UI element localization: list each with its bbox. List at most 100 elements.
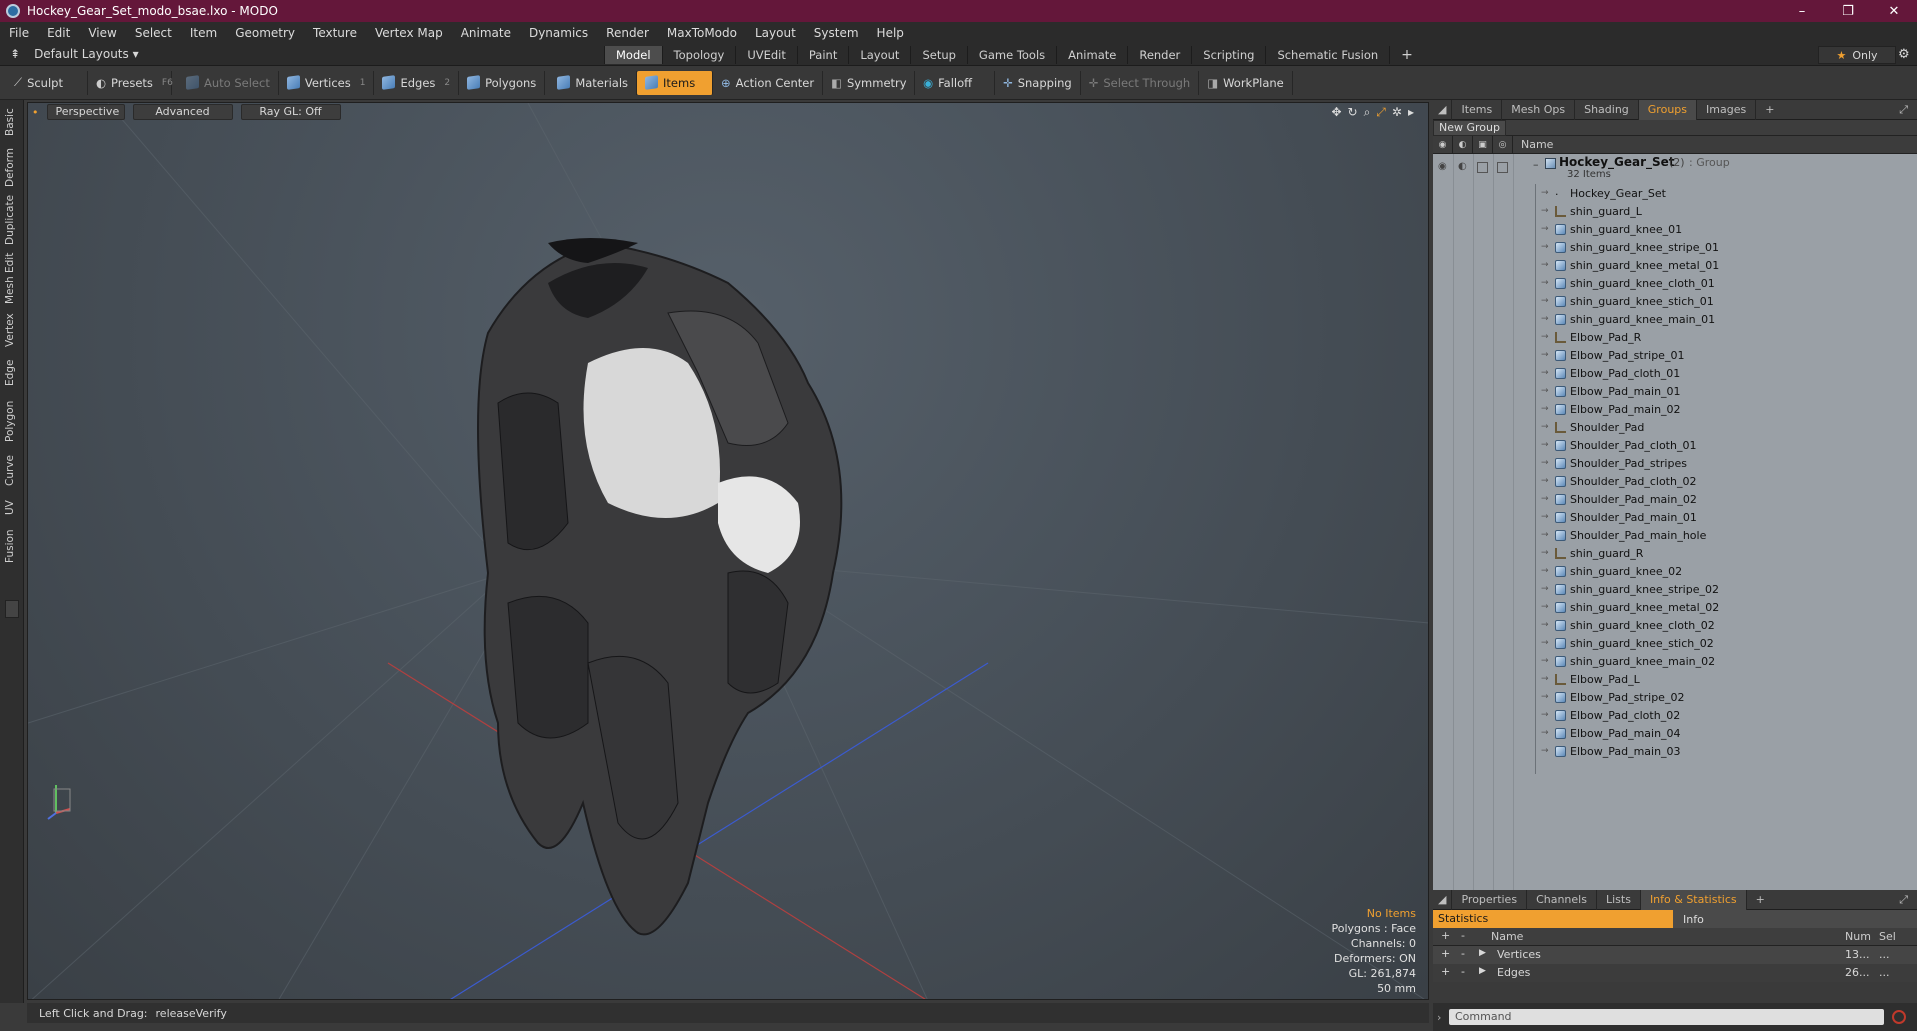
lock-col-icon[interactable]: ▣ — [1473, 135, 1493, 154]
layouts-dropdown[interactable]: Default Layouts ▾ — [34, 47, 139, 61]
viewport-menu-dot[interactable]: • — [32, 106, 39, 119]
tab-mesh-ops[interactable]: Mesh Ops — [1502, 99, 1576, 120]
tab-properties[interactable]: Properties — [1452, 889, 1528, 910]
menu-animate[interactable]: Animate — [452, 26, 520, 40]
left-tab-vertex[interactable]: Vertex — [4, 310, 20, 350]
group-lock-box[interactable] — [1477, 162, 1488, 173]
rotate-icon[interactable]: ↻ — [1348, 105, 1358, 120]
add-panel-tab[interactable]: + — [1756, 100, 1783, 120]
menu-system[interactable]: System — [805, 26, 868, 40]
vertices-button[interactable]: Vertices 1 — [279, 70, 375, 95]
gear-icon[interactable]: ⚙ — [1898, 47, 1910, 62]
new-group-button[interactable]: New Group — [1433, 119, 1506, 136]
falloff-button[interactable]: ◉ Falloff — [915, 70, 996, 95]
maximize-button[interactable]: ❐ — [1825, 0, 1871, 22]
workplane-button[interactable]: ◨ WorkPlane — [1199, 70, 1293, 95]
tab-items[interactable]: Items — [1452, 99, 1503, 120]
bottom-panel-menu-icon[interactable]: ◢ — [1433, 889, 1453, 910]
only-button[interactable]: ★ Only — [1818, 46, 1896, 64]
group-row[interactable]: ◉ ◐ – Hockey_Gear_Set (2) : Group 32 Ite… — [1433, 154, 1917, 184]
tree-item-row[interactable]: → Elbow_Pad_main_01 — [1433, 382, 1917, 400]
menu-file[interactable]: File — [0, 26, 38, 40]
menu-edit[interactable]: Edit — [38, 26, 79, 40]
zoom-icon[interactable]: ⌕ — [1364, 105, 1371, 120]
left-tab-polygon[interactable]: Polygon — [4, 396, 20, 446]
group-select-box[interactable] — [1497, 162, 1508, 173]
collapse-all-button[interactable]: - — [1461, 929, 1465, 942]
tree-item-row[interactable]: → shin_guard_knee_metal_01 — [1433, 256, 1917, 274]
menu-layout[interactable]: Layout — [746, 26, 805, 40]
menu-geometry[interactable]: Geometry — [226, 26, 304, 40]
expand-vertices-button[interactable]: + — [1441, 947, 1450, 960]
tree-item-row[interactable]: → shin_guard_L — [1433, 202, 1917, 220]
vertices-arrow-icon[interactable]: ▶ — [1479, 948, 1486, 958]
sculpt-button[interactable]: ⟋ Sculpt — [6, 70, 88, 95]
left-tab-basic[interactable]: Basic — [4, 104, 20, 140]
tree-item-row[interactable]: → Elbow_Pad_stripe_02 — [1433, 688, 1917, 706]
tab-layout[interactable]: Layout — [848, 46, 910, 64]
tree-item-row[interactable]: → Shoulder_Pad_main_01 — [1433, 508, 1917, 526]
menu-render[interactable]: Render — [597, 26, 658, 40]
bottom-expand-icon[interactable]: ⤢ — [1890, 890, 1917, 910]
tree-item-row[interactable]: → shin_guard_knee_02 — [1433, 562, 1917, 580]
tree-item-row[interactable]: → Shoulder_Pad_main_02 — [1433, 490, 1917, 508]
close-button[interactable]: ✕ — [1871, 0, 1917, 22]
left-tab-edge[interactable]: Edge — [4, 356, 20, 390]
menu-help[interactable]: Help — [868, 26, 913, 40]
tab-setup[interactable]: Setup — [910, 46, 966, 64]
menu-view[interactable]: View — [79, 26, 125, 40]
tree-item-row[interactable]: → Elbow_Pad_cloth_01 — [1433, 364, 1917, 382]
group-collapse-icon[interactable]: – — [1533, 158, 1539, 171]
tree-item-row[interactable]: → Elbow_Pad_L — [1433, 670, 1917, 688]
add-bottom-tab[interactable]: + — [1747, 890, 1774, 910]
view-perspective-button[interactable]: Perspective — [46, 104, 125, 120]
collapse-edges-button[interactable]: - — [1461, 965, 1465, 978]
tree-item-row[interactable]: → Shoulder_Pad_cloth_02 — [1433, 472, 1917, 490]
menu-item[interactable]: Item — [181, 26, 226, 40]
tree-item-row[interactable]: → shin_guard_knee_stich_02 — [1433, 634, 1917, 652]
tree-item-row[interactable]: → Elbow_Pad_main_03 — [1433, 742, 1917, 760]
tab-info-statistics[interactable]: Info & Statistics — [1640, 889, 1747, 910]
minimize-button[interactable]: – — [1779, 0, 1825, 22]
tree-item-row[interactable]: → shin_guard_knee_cloth_02 — [1433, 616, 1917, 634]
tab-uvedit[interactable]: UVEdit — [735, 46, 797, 64]
edges-arrow-icon[interactable]: ▶ — [1479, 966, 1486, 976]
tab-shading[interactable]: Shading — [1575, 99, 1639, 120]
statistics-tab[interactable]: Statistics — [1433, 910, 1673, 928]
left-strip-toggle[interactable] — [5, 600, 19, 618]
tree-item-row[interactable]: → Elbow_Pad_stripe_01 — [1433, 346, 1917, 364]
select-col-icon[interactable]: ◎ — [1493, 135, 1513, 154]
left-tab-deform[interactable]: Deform — [4, 146, 20, 188]
add-tab-button[interactable]: + — [1389, 46, 1424, 64]
panel-menu-icon[interactable]: ◢ — [1433, 99, 1453, 120]
stats-row-vertices[interactable]: + - ▶ Vertices 13... ... — [1433, 946, 1917, 964]
tree-item-row[interactable]: → shin_guard_knee_main_02 — [1433, 652, 1917, 670]
menu-maxtomodo[interactable]: MaxToModo — [658, 26, 746, 40]
tree-item-row[interactable]: → shin_guard_R — [1433, 544, 1917, 562]
tree-item-row[interactable]: → shin_guard_knee_stripe_01 — [1433, 238, 1917, 256]
group-render-icon[interactable]: ◐ — [1458, 161, 1467, 172]
tree-item-row[interactable]: → Elbow_Pad_main_04 — [1433, 724, 1917, 742]
info-tab[interactable]: Info — [1683, 913, 1704, 926]
3d-viewport[interactable]: • Perspective Advanced Ray GL: Off ✥ ↻ ⌕… — [27, 102, 1429, 1000]
tree-item-row[interactable]: → shin_guard_knee_cloth_01 — [1433, 274, 1917, 292]
tab-animate[interactable]: Animate — [1056, 46, 1127, 64]
left-tab-curve[interactable]: Curve — [4, 452, 20, 490]
tree-item-row[interactable]: → Elbow_Pad_cloth_02 — [1433, 706, 1917, 724]
fit-icon[interactable]: ⤢ — [1376, 105, 1386, 120]
panel-expand-icon[interactable]: ⤢ — [1890, 100, 1917, 120]
tab-lists[interactable]: Lists — [1597, 889, 1641, 910]
tree-item-row[interactable]: → Shoulder_Pad_cloth_01 — [1433, 436, 1917, 454]
tree-item-row[interactable]: → shin_guard_knee_01 — [1433, 220, 1917, 238]
expand-edges-button[interactable]: + — [1441, 965, 1450, 978]
tree-item-row[interactable]: → shin_guard_knee_metal_02 — [1433, 598, 1917, 616]
tab-schematic-fusion[interactable]: Schematic Fusion — [1265, 46, 1389, 64]
tree-item-row[interactable]: → Shoulder_Pad — [1433, 418, 1917, 436]
snapping-button[interactable]: ✛ Snapping — [995, 70, 1081, 95]
command-input[interactable]: Command — [1449, 1009, 1884, 1025]
polygons-button[interactable]: Polygons — [459, 70, 546, 95]
tree-item-row[interactable]: → shin_guard_knee_stripe_02 — [1433, 580, 1917, 598]
layout-pin-icon[interactable]: ⇞ — [10, 47, 20, 61]
render-col-icon[interactable]: ◐ — [1453, 135, 1473, 154]
tab-model[interactable]: Model — [604, 46, 662, 64]
